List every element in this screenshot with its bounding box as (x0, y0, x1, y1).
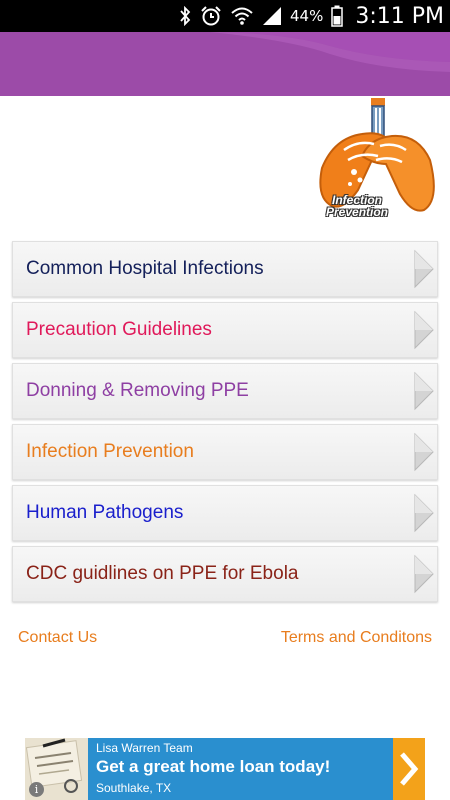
battery-icon (331, 5, 344, 27)
status-bar: 44% 3:11 PM (0, 0, 450, 32)
ad-banner[interactable]: Lisa Warren Team Get a great home loan t… (25, 738, 425, 800)
main-menu: Common Hospital Infections Precaution Gu… (12, 241, 438, 607)
ad-advertiser: Lisa Warren Team (96, 741, 193, 755)
chevron-right-icon (414, 249, 434, 289)
chevron-right-icon (414, 371, 434, 411)
bluetooth-icon (178, 6, 192, 26)
chevron-right-icon (414, 432, 434, 472)
alarm-icon (200, 5, 222, 27)
chevron-right-icon (400, 752, 419, 786)
menu-item-label: Precaution Guidelines (26, 319, 212, 340)
chevron-right-icon (414, 310, 434, 350)
signal-icon (262, 6, 282, 26)
chevron-right-icon (414, 554, 434, 594)
menu-item-infection-prevention[interactable]: Infection Prevention (12, 424, 438, 480)
banner-decoration (0, 32, 450, 96)
ad-headline: Get a great home loan today! (96, 757, 331, 776)
ad-location: Southlake, TX (96, 781, 172, 795)
chevron-right-icon (414, 493, 434, 533)
menu-item-human-pathogens[interactable]: Human Pathogens (12, 485, 438, 541)
battery-percent: 44% (290, 7, 324, 25)
logo-text-line2: Prevention (326, 205, 389, 219)
menu-item-donning-removing-ppe[interactable]: Donning & Removing PPE (12, 363, 438, 419)
wifi-icon (230, 6, 254, 26)
menu-item-cdc-guidelines-ebola[interactable]: CDC guidlines on PPE for Ebola (12, 546, 438, 602)
menu-item-label: Common Hospital Infections (26, 258, 264, 279)
menu-item-label: Donning & Removing PPE (26, 380, 249, 401)
contact-us-link[interactable]: Contact Us (18, 629, 97, 647)
menu-item-common-hospital-infections[interactable]: Common Hospital Infections (12, 241, 438, 297)
clock: 3:11 PM (355, 3, 444, 29)
menu-item-label: Human Pathogens (26, 502, 184, 523)
ad-arrow-button[interactable] (393, 738, 425, 800)
menu-item-label: CDC guidlines on PPE for Ebola (26, 563, 299, 584)
terms-and-conditions-link[interactable]: Terms and Conditons (281, 629, 432, 647)
info-icon[interactable]: i (29, 782, 44, 797)
menu-item-precaution-guidelines[interactable]: Precaution Guidelines (12, 302, 438, 358)
header-banner (0, 32, 450, 96)
menu-item-label: Infection Prevention (26, 441, 194, 462)
